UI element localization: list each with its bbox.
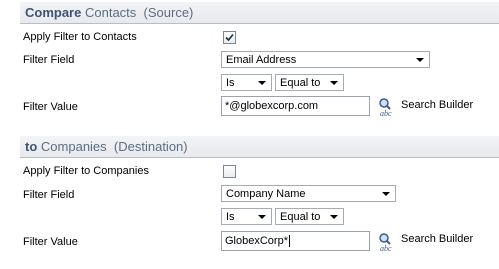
destination-filter-value-input[interactable]: GlobexCorp* xyxy=(221,231,370,251)
select-value: Equal to xyxy=(280,76,321,89)
chevron-down-icon xyxy=(258,80,266,85)
search-builder-icon[interactable]: abc xyxy=(377,232,397,252)
search-builder-icon[interactable]: abc xyxy=(377,97,397,117)
destination-filter-field-select[interactable]: Company Name xyxy=(221,185,396,202)
search-builder-link[interactable]: Search Builder xyxy=(401,98,473,112)
chevron-down-icon xyxy=(330,80,338,85)
chevron-down-icon xyxy=(330,214,338,219)
source-section-header: Compare Contacts (Source) xyxy=(20,2,499,24)
filter-value-label: Filter Value xyxy=(23,101,78,113)
section-subtitle: (Source) xyxy=(143,5,194,20)
svg-text:abc: abc xyxy=(380,244,392,252)
destination-operator-select[interactable]: Is xyxy=(221,208,272,225)
text-cursor xyxy=(288,235,290,247)
apply-filter-contacts-checkbox[interactable] xyxy=(223,31,236,44)
checkmark-icon xyxy=(225,33,234,42)
source-filter-value-input[interactable]: *@globexcorp.com xyxy=(221,96,370,116)
chevron-down-icon xyxy=(416,57,424,62)
destination-section-header: to Companies (Destination) xyxy=(20,136,499,158)
select-value: Equal to xyxy=(280,210,321,223)
apply-filter-companies-label: Apply Filter to Companies xyxy=(23,165,149,177)
select-value: Email Address xyxy=(226,53,297,66)
section-title: Companies xyxy=(40,139,107,154)
input-value: *@globexcorp.com xyxy=(225,100,319,112)
select-value: Is xyxy=(226,210,235,223)
filter-field-label: Filter Field xyxy=(23,54,75,66)
section-title-strong: Compare xyxy=(25,5,82,20)
input-value: GlobexCorp* xyxy=(225,235,288,247)
select-value: Company Name xyxy=(226,187,306,200)
filter-value-label: Filter Value xyxy=(23,236,78,248)
apply-filter-contacts-label: Apply Filter to Contacts xyxy=(23,31,137,43)
source-comparison-select[interactable]: Equal to xyxy=(275,74,344,91)
search-builder-link[interactable]: Search Builder xyxy=(401,232,473,246)
source-filter-field-select[interactable]: Email Address xyxy=(221,51,430,68)
svg-text:abc: abc xyxy=(380,109,392,117)
apply-filter-companies-checkbox[interactable] xyxy=(223,165,236,178)
chevron-down-icon xyxy=(258,214,266,219)
destination-comparison-select[interactable]: Equal to xyxy=(275,208,344,225)
section-subtitle: (Destination) xyxy=(113,139,188,154)
section-title: Contacts xyxy=(84,5,137,20)
select-value: Is xyxy=(226,76,235,89)
chevron-down-icon xyxy=(382,191,390,196)
source-operator-select[interactable]: Is xyxy=(221,74,272,91)
section-title-strong: to xyxy=(25,139,38,154)
filter-field-label: Filter Field xyxy=(23,189,75,201)
